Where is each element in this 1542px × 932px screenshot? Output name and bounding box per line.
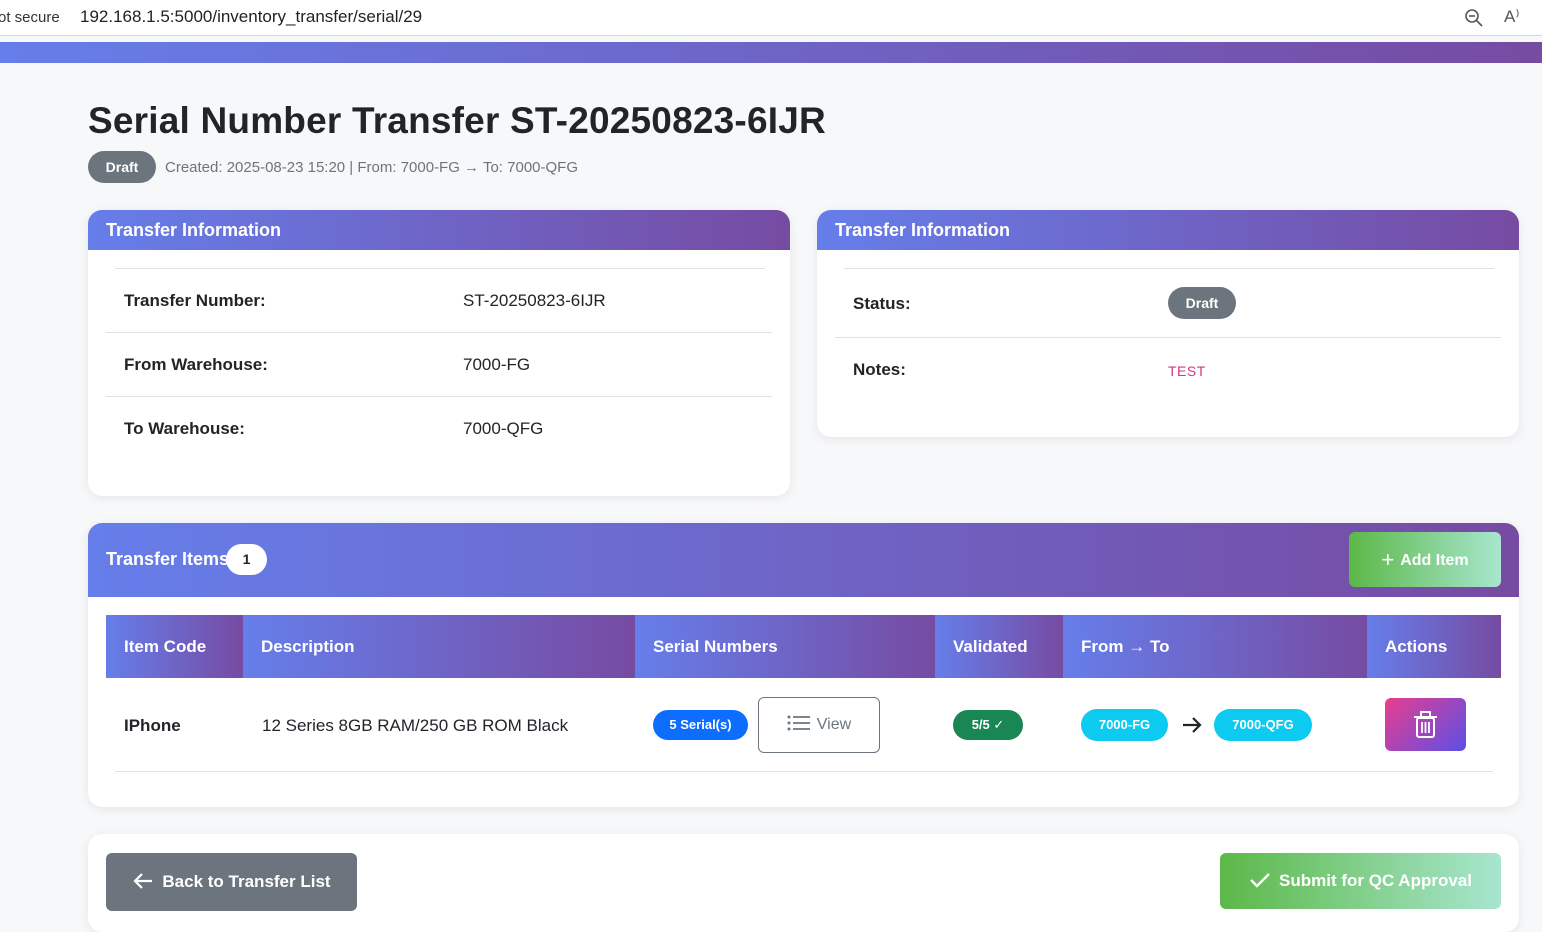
notes-value: TEST <box>1168 363 1206 379</box>
transfer-number-label: Transfer Number: <box>124 291 266 310</box>
items-title: Transfer Items <box>106 549 230 569</box>
status-badge: Draft <box>1168 287 1236 319</box>
divider <box>844 268 1494 269</box>
serial-count-badge: 5 Serial(s) <box>653 710 748 740</box>
item-code-cell: IPhone <box>124 716 181 735</box>
page-title: Serial Number Transfer ST-20250823-6IJR <box>88 100 826 141</box>
arrow-right-icon <box>1183 717 1202 733</box>
card-header: Transfer Information <box>817 210 1519 250</box>
column-header-from-to[interactable]: From → To <box>1063 615 1367 678</box>
read-aloud-icon[interactable]: A⁾ <box>1504 7 1520 27</box>
divider <box>115 771 1493 772</box>
divider <box>835 337 1501 338</box>
notes-label: Notes: <box>853 360 906 379</box>
view-label: View <box>816 716 852 733</box>
to-warehouse-value: 7000-QFG <box>463 419 544 438</box>
top-navbar <box>0 42 1542 63</box>
validated-badge: 5/5 ✓ <box>953 710 1023 740</box>
transfer-number-value: ST-20250823-6IJR <box>463 291 606 310</box>
items-count-badge: 1 <box>226 544 267 575</box>
description-cell: 12 Series 8GB RAM/250 GB ROM Black <box>262 716 569 735</box>
check-icon <box>1250 873 1270 888</box>
column-header-validated[interactable]: Validated <box>935 615 1063 678</box>
add-item-button[interactable]: + Add Item <box>1349 532 1501 587</box>
table-header: Item Code Description Serial Numbers Val… <box>106 615 1501 678</box>
status-label: Status: <box>853 294 911 313</box>
column-header-actions[interactable]: Actions <box>1367 615 1501 678</box>
transfer-meta: Created: 2025-08-23 15:20 | From: 7000-F… <box>165 159 578 176</box>
security-indicator[interactable]: ot secure <box>0 9 60 26</box>
column-header-item-code[interactable]: Item Code <box>106 615 243 678</box>
transfer-status-card: Transfer Information Status: Draft Notes… <box>817 210 1519 437</box>
transfer-items-card: Transfer Items 1 + Add Item Item Code Des… <box>88 523 1519 807</box>
status-badge: Draft <box>88 151 156 183</box>
submit-qc-button[interactable]: Submit for QC Approval <box>1220 853 1501 909</box>
list-icon <box>787 715 810 731</box>
arrow-left-icon <box>133 873 153 889</box>
submit-label: Submit for QC Approval <box>1279 871 1472 890</box>
actions-card: Back to Transfer List Submit for QC Appr… <box>88 834 1519 932</box>
from-warehouse-badge: 7000-FG <box>1081 709 1168 741</box>
back-to-list-button[interactable]: Back to Transfer List <box>106 853 357 911</box>
add-item-label: Add Item <box>1400 552 1469 569</box>
trash-icon <box>1414 711 1437 738</box>
divider <box>115 268 765 269</box>
column-header-serial-numbers[interactable]: Serial Numbers <box>635 615 935 678</box>
to-warehouse-label: To Warehouse: <box>124 419 245 438</box>
view-serials-button[interactable]: View <box>758 697 880 753</box>
items-header: Transfer Items 1 + Add Item <box>88 523 1519 597</box>
browser-address-bar: ot secure 192.168.1.5:5000/inventory_tra… <box>0 0 1542 36</box>
from-warehouse-label: From Warehouse: <box>124 355 268 374</box>
card-header: Transfer Information <box>88 210 790 250</box>
zoom-icon[interactable] <box>1464 8 1484 28</box>
transfer-info-card: Transfer Information Transfer Number: ST… <box>88 210 790 496</box>
divider <box>106 332 772 333</box>
from-warehouse-value: 7000-FG <box>463 355 531 374</box>
plus-icon: + <box>1381 547 1395 572</box>
to-warehouse-badge: 7000-QFG <box>1214 709 1312 741</box>
column-header-description[interactable]: Description <box>243 615 635 678</box>
url-text[interactable]: 192.168.1.5:5000/inventory_transfer/seri… <box>80 7 422 27</box>
divider <box>106 396 772 397</box>
delete-item-button[interactable] <box>1385 698 1466 751</box>
back-label: Back to Transfer List <box>162 872 331 891</box>
